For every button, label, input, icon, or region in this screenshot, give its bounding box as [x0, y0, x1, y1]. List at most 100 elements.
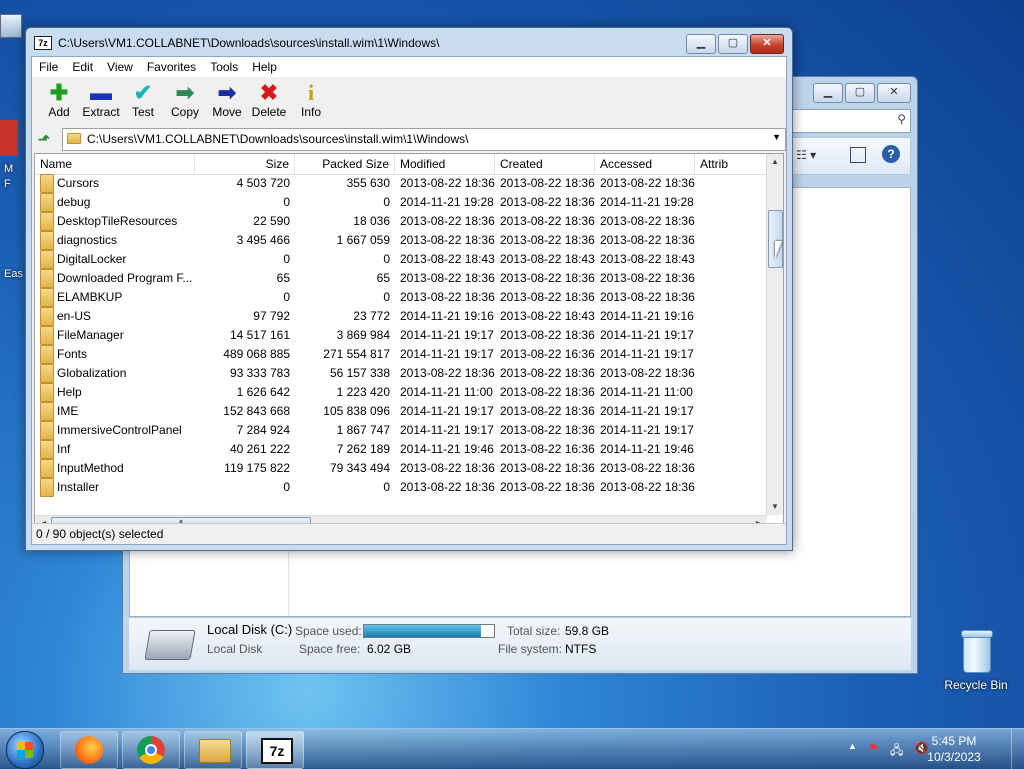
menu-file[interactable]: File — [32, 57, 65, 77]
cell-modified: 2014-11-21 19:28 — [400, 195, 494, 209]
close-button[interactable]: ✕ — [750, 34, 784, 54]
cell-accessed: 2013-08-22 18:43 — [600, 252, 695, 266]
cell-modified: 2013-08-22 18:43 — [400, 252, 495, 266]
table-row[interactable]: Installer 0 0 2013-08-22 18:36 2013-08-22 18… — [35, 478, 767, 497]
taskbar-chrome[interactable] — [122, 731, 180, 769]
7zip-window[interactable]: 7z C:\Users\VM1.COLLABNET\Downloads\sour… — [25, 27, 793, 551]
file-system-value: NTFS — [565, 642, 597, 656]
table-row[interactable]: diagnostics 3 495 466 1 667 059 2013-08-22 … — [35, 231, 767, 250]
recycle-bin-icon — [959, 630, 993, 674]
scroll-up-arrow[interactable]: ▲ — [767, 154, 783, 170]
taskbar-7zip[interactable]: 7z — [246, 731, 304, 769]
cell-size: 1 626 642 — [236, 385, 290, 399]
column-accessed[interactable]: Accessed — [595, 154, 695, 174]
cell-modified: 2014-11-21 19:17 — [400, 404, 494, 418]
cell-created: 2013-08-22 16:36 — [500, 347, 595, 361]
minimize-button[interactable]: ▁ — [686, 34, 716, 54]
cell-created: 2013-08-22 18:36 — [500, 271, 595, 285]
chevron-down-icon[interactable]: ▼ — [772, 132, 781, 142]
table-row[interactable]: debug 0 0 2014-11-21 19:28 2013-08-22 18:36 2… — [35, 193, 767, 212]
menu-tools[interactable]: Tools — [203, 57, 245, 77]
cell-packed-size: 1 667 059 — [336, 233, 390, 247]
show-hidden-icons-icon[interactable]: ▲ — [848, 741, 857, 751]
cell-accessed: 2013-08-22 18:36 — [600, 233, 695, 247]
cell-accessed: 2014-11-21 19:46 — [600, 442, 694, 456]
help-icon[interactable]: ? — [882, 145, 900, 163]
table-row[interactable]: ELAMBKUP 0 0 2013-08-22 18:36 2013-08-22 18:… — [35, 288, 767, 307]
file-list[interactable]: Name Size Packed Size Modified Created A… — [34, 153, 784, 533]
add-button[interactable]: ✚ Add — [38, 77, 80, 125]
view-options-icon[interactable]: ☷ ▾ — [796, 148, 816, 162]
action-center-icon[interactable]: ⚑ — [868, 741, 879, 755]
table-row[interactable]: DesktopTileResources 22 590 18 036 2013-08-… — [35, 212, 767, 231]
cell-packed-size: 105 838 096 — [323, 404, 390, 418]
menu-view[interactable]: View — [100, 57, 140, 77]
maximize-button[interactable]: ▢ — [718, 34, 748, 54]
table-row[interactable]: Downloaded Program F... 65 65 2013-08-22 18… — [35, 269, 767, 288]
folder-icon — [67, 133, 81, 144]
close-button[interactable]: ✕ — [877, 83, 911, 103]
scroll-down-arrow[interactable]: ▼ — [767, 499, 783, 515]
show-desktop-button[interactable] — [1011, 729, 1024, 769]
move-button[interactable]: ➡ Move — [206, 77, 248, 125]
cell-created: 2013-08-22 18:36 — [500, 461, 595, 475]
column-modified[interactable]: Modified — [395, 154, 495, 174]
cell-packed-size: 23 772 — [353, 309, 390, 323]
table-row[interactable]: Inf 40 261 222 7 262 189 2014-11-21 19:46 20… — [35, 440, 767, 459]
desktop-icon-partial[interactable] — [0, 120, 22, 156]
cell-accessed: 2013-08-22 18:36 — [600, 214, 695, 228]
cell-modified: 2013-08-22 18:36 — [400, 214, 495, 228]
chrome-icon — [137, 736, 165, 764]
taskbar-file-explorer[interactable] — [184, 731, 242, 769]
network-icon[interactable]: 🖧 — [890, 741, 903, 762]
table-row[interactable]: IME 152 843 668 105 838 096 2014-11-21 19:1… — [35, 402, 767, 421]
column-created[interactable]: Created — [495, 154, 595, 174]
menu-favorites[interactable]: Favorites — [140, 57, 203, 77]
clock[interactable]: 5:45 PM 10/3/2023 — [918, 733, 990, 765]
status-bar: 0 / 90 object(s) selected — [32, 523, 786, 544]
taskbar-firefox[interactable] — [60, 731, 118, 769]
start-button[interactable] — [6, 731, 44, 769]
minimize-button[interactable]: ▁ — [813, 83, 843, 103]
menu-edit[interactable]: Edit — [65, 57, 100, 77]
address-input[interactable]: C:\Users\VM1.COLLABNET\Downloads\sources… — [62, 128, 786, 151]
column-packed-size[interactable]: Packed Size — [295, 154, 395, 174]
copy-button[interactable]: ➡ Copy — [164, 77, 206, 125]
cell-modified: 2014-11-21 19:17 — [400, 328, 494, 342]
table-row[interactable]: en-US 97 792 23 772 2014-11-21 19:16 2013-08… — [35, 307, 767, 326]
extract-button[interactable]: ▬ Extract — [80, 77, 122, 125]
menu-help[interactable]: Help — [245, 57, 284, 77]
vertical-scrollbar[interactable]: ▲ ▼ — [766, 154, 783, 515]
clock-time: 5:45 PM — [931, 734, 977, 748]
scroll-thumb[interactable] — [768, 210, 783, 268]
column-name[interactable]: Name — [35, 154, 195, 174]
test-button[interactable]: ✔ Test — [122, 77, 164, 125]
table-row[interactable]: Fonts 489 068 885 271 554 817 2014-11-21 19… — [35, 345, 767, 364]
table-row[interactable]: InputMethod 119 175 822 79 343 494 2013-08-… — [35, 459, 767, 478]
table-row[interactable]: Cursors 4 503 720 355 630 2013-08-22 18:36 2… — [35, 174, 767, 193]
table-row[interactable]: Help 1 626 642 1 223 420 2014-11-21 11:00 20… — [35, 383, 767, 402]
cell-created: 2013-08-22 18:36 — [500, 480, 595, 494]
table-row[interactable]: ImmersiveControlPanel 7 284 924 1 867 747 2… — [35, 421, 767, 440]
maximize-button[interactable]: ▢ — [845, 83, 875, 103]
column-attrib[interactable]: Attrib — [695, 154, 767, 174]
title-bar[interactable]: 7z C:\Users\VM1.COLLABNET\Downloads\sour… — [34, 36, 439, 50]
table-row[interactable]: Globalization 93 333 783 56 157 338 2013-08… — [35, 364, 767, 383]
cell-modified: 2013-08-22 18:36 — [400, 176, 495, 190]
info-button[interactable]: i Info — [290, 77, 332, 125]
preview-pane-icon[interactable] — [850, 147, 866, 163]
cell-modified: 2013-08-22 18:36 — [400, 366, 495, 380]
cell-accessed: 2013-08-22 18:36 — [600, 271, 695, 285]
cell-packed-size: 1 867 747 — [336, 423, 390, 437]
cell-accessed: 2014-11-21 19:28 — [600, 195, 694, 209]
cell-modified: 2014-11-21 19:17 — [400, 423, 494, 437]
desktop-icon-partial[interactable] — [0, 14, 22, 38]
toolbar: ✚ Add ▬ Extract ✔ Test ➡ Copy ➡ Move ✖ D… — [32, 77, 786, 125]
up-folder-icon[interactable]: ⬏ — [38, 131, 54, 147]
table-row[interactable]: FileManager 14 517 161 3 869 984 2014-11-21… — [35, 326, 767, 345]
recycle-bin[interactable]: Recycle Bin — [936, 630, 1016, 692]
delete-button[interactable]: ✖ Delete — [248, 77, 290, 125]
table-row[interactable]: DigitalLocker 0 0 2013-08-22 18:43 2013-08-2… — [35, 250, 767, 269]
column-size[interactable]: Size — [195, 154, 295, 174]
cell-packed-size: 79 343 494 — [329, 461, 390, 475]
